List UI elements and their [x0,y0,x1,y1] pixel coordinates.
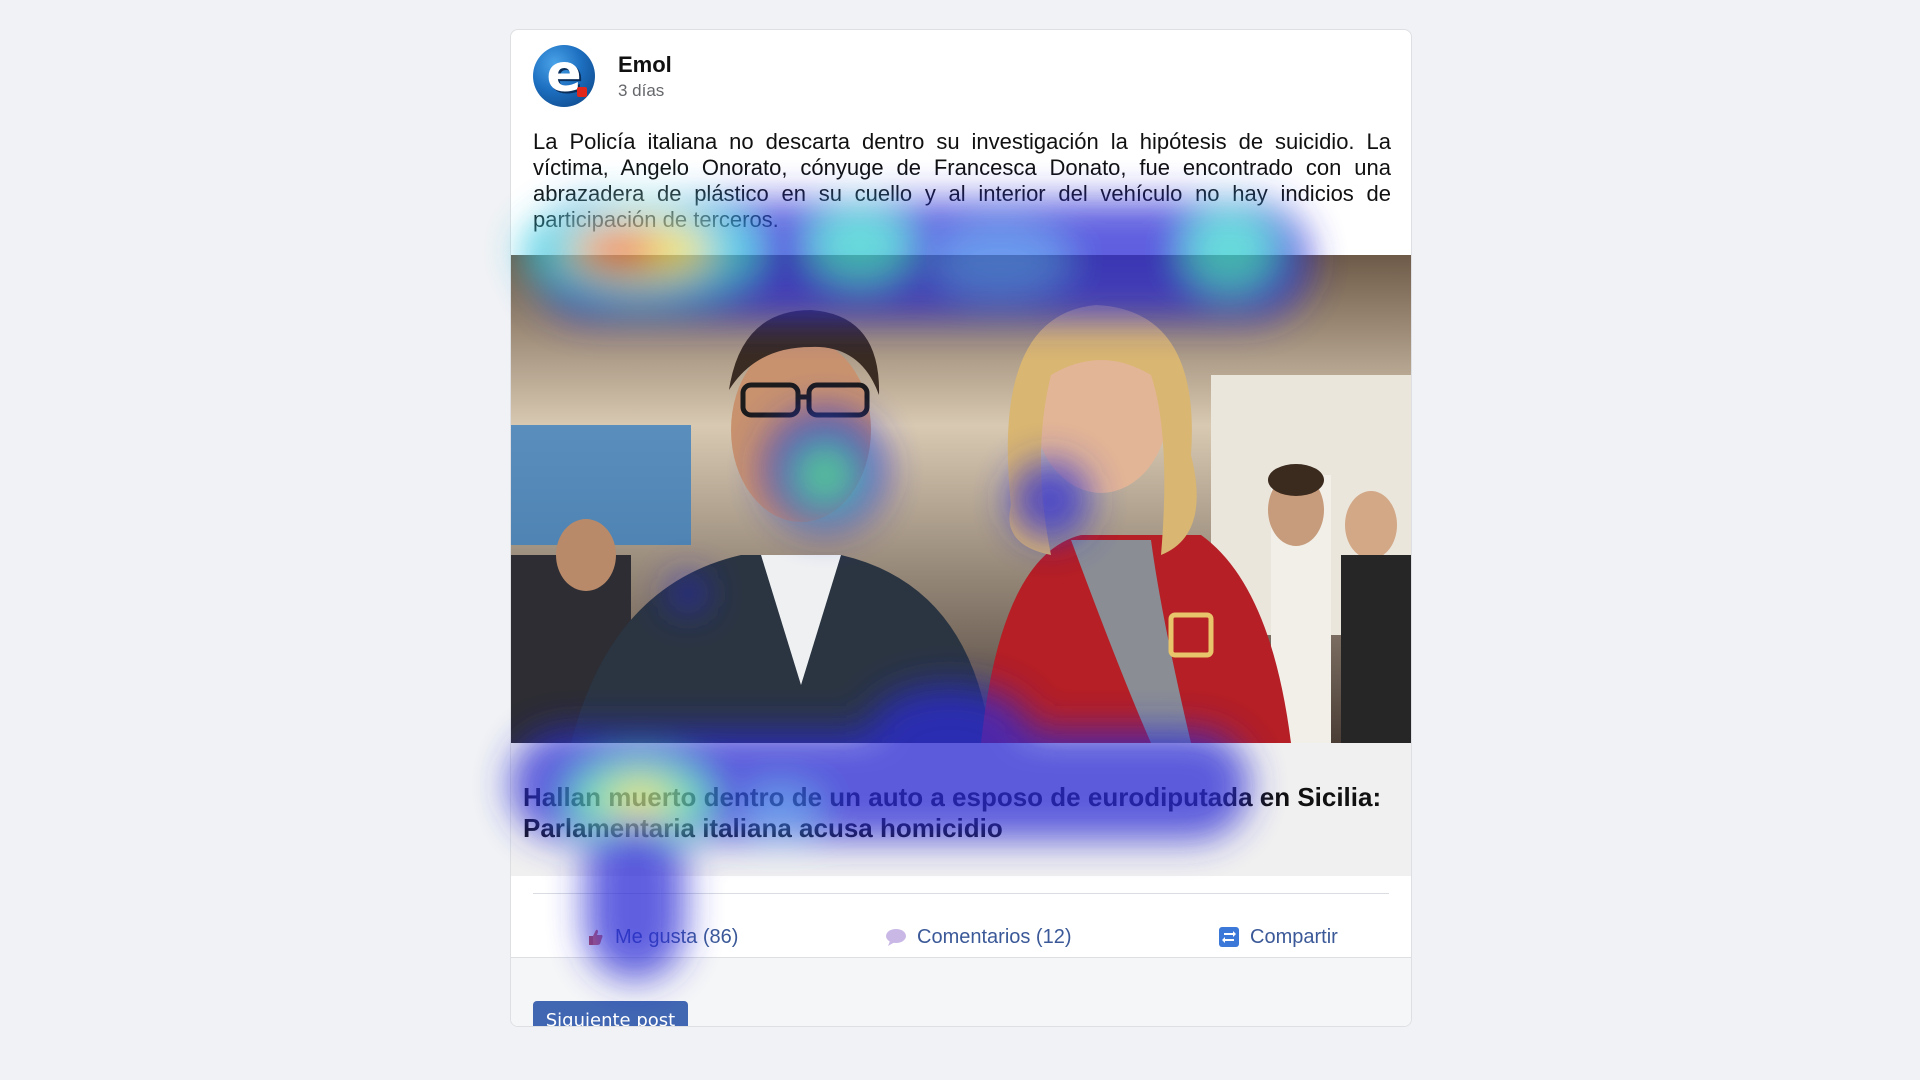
post-time[interactable]: 3 días [618,81,664,101]
link-preview[interactable]: Hallan muerto dentro de un auto a esposo… [511,743,1411,876]
author-avatar[interactable]: e [533,45,595,107]
share-button[interactable]: Compartir [1218,922,1338,952]
actions-divider [533,893,1389,894]
post-header: e Emol 3 días [533,45,1393,107]
like-button[interactable]: Me gusta (86) [585,922,738,952]
post-card: e Emol 3 días La Policía italiana no des… [510,29,1412,1027]
next-post-button[interactable]: Siguiente post [533,1001,688,1026]
emol-logo-icon: e [546,45,582,104]
post-footer: Siguiente post [511,957,1411,1026]
comment-label: Comentarios (12) [917,925,1072,948]
author-name[interactable]: Emol [618,52,672,78]
like-icon [589,929,603,945]
share-icon [1219,927,1239,947]
post-actions: Me gusta (86) Comentarios (12) Compartir [511,910,1411,960]
photo-illustration [511,255,1411,743]
comment-icon [886,929,906,946]
post-text: La Policía italiana no descarta dentro s… [533,129,1391,232]
comment-button[interactable]: Comentarios (12) [885,922,1072,952]
link-title[interactable]: Hallan muerto dentro de un auto a esposo… [523,782,1383,844]
share-label: Compartir [1250,925,1338,948]
post-image[interactable] [511,255,1411,743]
like-label: Me gusta (86) [615,925,739,948]
logo-accent [577,87,587,97]
